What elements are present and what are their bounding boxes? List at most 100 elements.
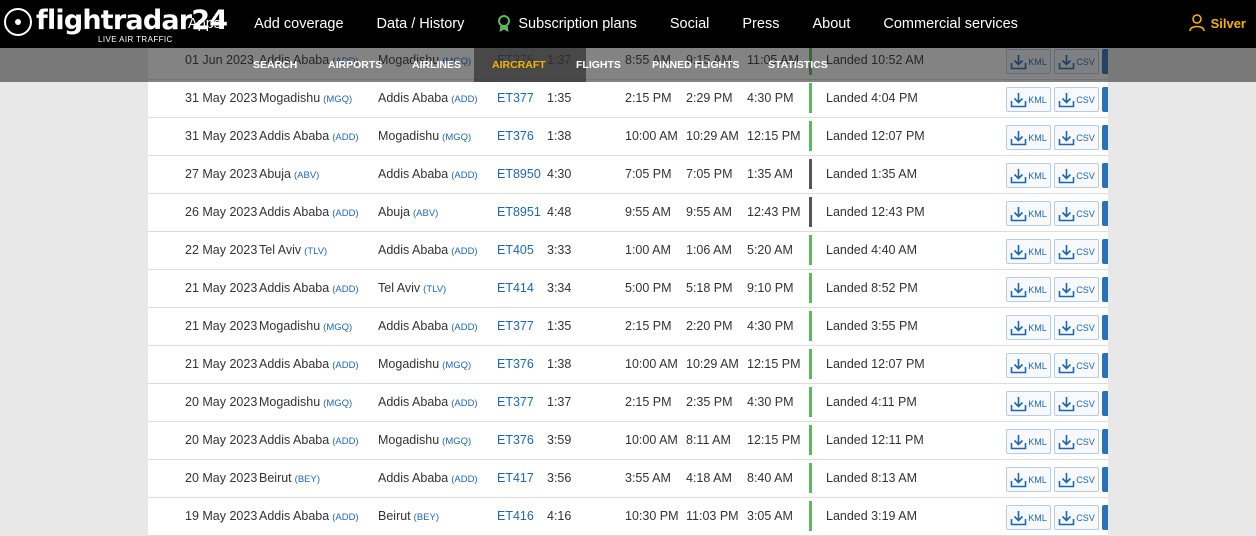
kml-download-button[interactable]: KML <box>1006 125 1051 150</box>
user-account-button[interactable]: Silver <box>1188 14 1246 32</box>
csv-download-button[interactable]: CSV <box>1054 239 1099 264</box>
nav-item-about[interactable]: About <box>812 16 850 32</box>
origin-code[interactable]: (MGQ) <box>323 94 352 105</box>
kml-download-button[interactable]: KML <box>1006 467 1051 492</box>
flight-number-link[interactable]: ET8951 <box>497 205 541 219</box>
destination-code[interactable]: (ADD) <box>451 474 477 485</box>
flightradar24-logo[interactable]: flightradar24 LIVE AIR TRAFFIC <box>4 4 228 44</box>
nav-item-social[interactable]: Social <box>670 16 710 32</box>
flight-number-link[interactable]: ET417 <box>497 471 534 485</box>
kml-download-button[interactable]: KML <box>1006 505 1051 530</box>
flight-number-link[interactable]: ET405 <box>497 243 534 257</box>
subnav-item-aircraft[interactable]: AIRCRAFT <box>474 48 586 82</box>
origin-code[interactable]: (ADD) <box>332 284 358 295</box>
flight-number-link[interactable]: ET376 <box>497 433 534 447</box>
kml-download-button[interactable]: KML <box>1006 201 1051 226</box>
nav-item-subscription-plans[interactable]: Subscription plans <box>497 15 637 33</box>
csv-download-button[interactable]: CSV <box>1054 315 1099 340</box>
flight-history-table: 01 Jun 2023Addis Ababa(ADD)Mogadishu(MGQ… <box>148 42 1108 536</box>
origin-code[interactable]: (MGQ) <box>323 398 352 409</box>
csv-download-button[interactable]: CSV <box>1054 277 1099 302</box>
destination-code[interactable]: (BEY) <box>414 512 439 523</box>
subnav-item-flights[interactable]: FLIGHTS <box>576 48 621 82</box>
flight-number-link[interactable]: ET416 <box>497 509 534 523</box>
kml-download-button[interactable]: KML <box>1006 239 1051 264</box>
kml-download-button[interactable]: KML <box>1006 353 1051 378</box>
csv-download-button[interactable]: CSV <box>1054 429 1099 454</box>
play-button[interactable]: ▶Play <box>1102 163 1108 188</box>
destination-code[interactable]: (ADD) <box>451 398 477 409</box>
status-indicator-bar <box>809 159 812 189</box>
origin-code[interactable]: (ABV) <box>294 170 319 181</box>
flight-status: Landed 4:40 AM <box>826 243 918 257</box>
kml-download-button[interactable]: KML <box>1006 315 1051 340</box>
destination-code[interactable]: (MGQ) <box>442 436 471 447</box>
flight-number-link[interactable]: ET414 <box>497 281 534 295</box>
scheduled-departure: 10:00 AM <box>625 129 678 143</box>
flight-duration: 1:35 <box>547 319 572 333</box>
origin-code[interactable]: (ADD) <box>332 132 358 143</box>
table-row: 20 May 2023 Mogadishu (MGQ) Addis Ababa (ADD… <box>148 384 1108 422</box>
destination-code[interactable]: (TLV) <box>423 284 446 295</box>
play-button[interactable]: ▶Play <box>1102 315 1108 340</box>
origin-code[interactable]: (ADD) <box>332 360 358 371</box>
nav-item-press[interactable]: Press <box>742 16 779 32</box>
destination-code[interactable]: (MGQ) <box>442 132 471 143</box>
csv-download-button[interactable]: CSV <box>1054 505 1099 530</box>
play-button[interactable]: ▶Play <box>1102 277 1108 302</box>
play-button[interactable]: ▶Play <box>1102 505 1108 530</box>
destination-code[interactable]: (ADD) <box>451 170 477 181</box>
destination-code[interactable]: (ADD) <box>451 322 477 333</box>
destination: Mogadishu(MGQ) <box>378 129 471 143</box>
destination: Beirut (BEY) <box>378 509 439 523</box>
subnav-item-search[interactable]: SEARCH <box>253 48 297 82</box>
subnav-item-pinned-flights[interactable]: PINNED FLIGHTS <box>652 48 740 82</box>
nav-item-add-coverage[interactable]: Add coverage <box>254 16 343 32</box>
play-button[interactable]: ▶Play <box>1102 467 1108 492</box>
kml-download-button[interactable]: KML <box>1006 429 1051 454</box>
destination-code[interactable]: (MGQ) <box>442 360 471 371</box>
origin-code[interactable]: (BEY) <box>295 474 320 485</box>
origin-code[interactable]: (ADD) <box>332 512 358 523</box>
subnav-item-statistics[interactable]: STATISTICS <box>768 48 828 82</box>
play-button[interactable]: ▶Play <box>1102 391 1108 416</box>
play-button[interactable]: ▶Play <box>1102 201 1108 226</box>
play-button[interactable]: ▶Play <box>1102 125 1108 150</box>
csv-label: CSV <box>1076 246 1095 257</box>
origin-code[interactable]: (ADD) <box>332 436 358 447</box>
subnav-item-airports[interactable]: AIRPORTS <box>328 48 382 82</box>
csv-download-button[interactable]: CSV <box>1054 467 1099 492</box>
csv-download-button[interactable]: CSV <box>1054 201 1099 226</box>
flight-number-link[interactable]: ET8950 <box>497 167 541 181</box>
kml-download-button[interactable]: KML <box>1006 87 1051 112</box>
destination-code[interactable]: (ABV) <box>413 208 438 219</box>
csv-download-button[interactable]: CSV <box>1054 391 1099 416</box>
csv-download-button[interactable]: CSV <box>1054 163 1099 188</box>
play-button[interactable]: ▶Play <box>1102 353 1108 378</box>
kml-download-button[interactable]: KML <box>1006 277 1051 302</box>
subnav-item-airlines[interactable]: AIRLINES <box>412 48 461 82</box>
play-button[interactable]: ▶Play <box>1102 429 1108 454</box>
origin-code[interactable]: (TLV) <box>304 246 327 257</box>
play-button[interactable]: ▶Play <box>1102 239 1108 264</box>
nav-item-apps[interactable]: Apps <box>188 16 221 32</box>
destination-code[interactable]: (ADD) <box>451 94 477 105</box>
csv-download-button[interactable]: CSV <box>1054 353 1099 378</box>
destination-code[interactable]: (ADD) <box>451 246 477 257</box>
csv-download-button[interactable]: CSV <box>1054 87 1099 112</box>
csv-download-button[interactable]: CSV <box>1054 125 1099 150</box>
nav-item-commercial-services[interactable]: Commercial services <box>883 16 1018 32</box>
origin-code[interactable]: (ADD) <box>332 208 358 219</box>
kml-download-button[interactable]: KML <box>1006 163 1051 188</box>
flight-number-link[interactable]: ET377 <box>497 319 534 333</box>
flight-number-link[interactable]: ET377 <box>497 91 534 105</box>
kml-download-button[interactable]: KML <box>1006 391 1051 416</box>
flight-number-link[interactable]: ET376 <box>497 357 534 371</box>
origin-code[interactable]: (MGQ) <box>323 322 352 333</box>
csv-label: CSV <box>1076 170 1095 181</box>
flight-number-link[interactable]: ET376 <box>497 129 534 143</box>
nav-item-data-history[interactable]: Data / History <box>377 16 465 32</box>
play-button[interactable]: ▶Play <box>1102 87 1108 112</box>
origin-name: Addis Ababa <box>259 509 330 523</box>
flight-number-link[interactable]: ET377 <box>497 395 534 409</box>
